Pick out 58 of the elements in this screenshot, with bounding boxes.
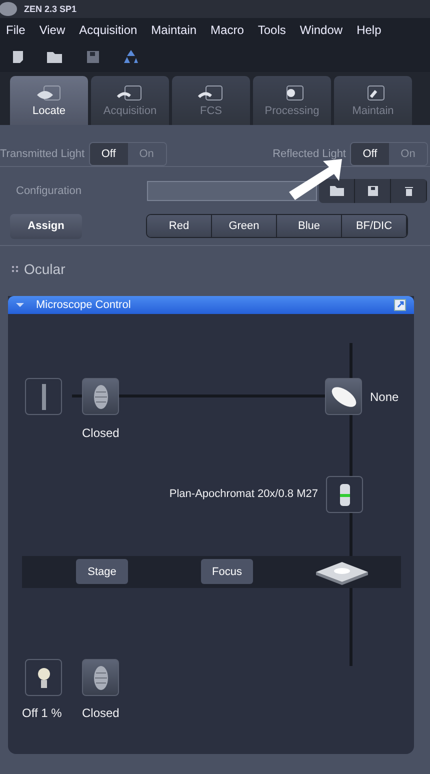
toggle-option[interactable]: Off — [351, 142, 389, 164]
menu-item[interactable]: Acquisition — [79, 23, 138, 37]
menu-item[interactable]: View — [39, 23, 66, 37]
window-title: ZEN 2.3 SP1 — [24, 4, 77, 14]
tab[interactable]: Locate — [10, 76, 88, 125]
shutter-status: Closed — [82, 426, 120, 440]
mirror-icon — [330, 386, 358, 408]
objective-label: Plan-Apochromat 20x/0.8 M27 — [169, 488, 318, 500]
filter-button[interactable] — [25, 378, 62, 415]
trash-icon — [404, 185, 414, 197]
menu-item[interactable]: Tools — [258, 23, 286, 37]
menu-item[interactable]: Help — [356, 23, 382, 37]
grip-icon — [12, 266, 18, 272]
bulb-icon — [36, 666, 50, 690]
reflector-button[interactable] — [325, 378, 362, 415]
shutter-button[interactable] — [82, 659, 119, 696]
stage-button[interactable]: Stage — [76, 559, 128, 584]
toggle-option[interactable]: Off — [90, 142, 128, 164]
lamp-status: Off 1 % — [22, 706, 62, 720]
panel-title: Microscope Control — [36, 299, 132, 311]
menu-item[interactable]: Maintain — [151, 23, 197, 37]
shutter-icon — [92, 664, 108, 690]
folder-icon — [328, 185, 344, 197]
section-title[interactable]: Ocular — [24, 261, 66, 277]
assign-button[interactable]: Assign — [10, 214, 82, 238]
channel-button[interactable]: Green — [212, 215, 277, 237]
save-icon — [366, 185, 378, 197]
lamp-button[interactable] — [25, 659, 62, 696]
channel-button[interactable]: Blue — [277, 215, 342, 237]
focus-button[interactable]: Focus — [201, 559, 253, 584]
reflector-status: None — [370, 390, 399, 404]
recycle-icon[interactable] — [122, 49, 140, 65]
channel-button[interactable]: BF/DIC — [342, 215, 407, 237]
menu-item[interactable]: Window — [300, 23, 343, 37]
channel-button[interactable]: Red — [147, 215, 212, 237]
switch-label: Transmitted Light — [0, 148, 85, 160]
save-button[interactable] — [355, 179, 391, 203]
shutter-button[interactable] — [82, 378, 119, 415]
new-document-icon[interactable] — [12, 50, 24, 64]
configuration-field[interactable] — [147, 181, 317, 201]
switch-label: Reflected Light — [272, 148, 346, 160]
menu-item[interactable]: File — [6, 23, 26, 37]
save-icon[interactable] — [86, 50, 100, 64]
pointer-arrow — [287, 158, 343, 202]
delete-button[interactable] — [391, 179, 427, 203]
folder-button[interactable] — [319, 179, 355, 203]
objective-icon — [338, 482, 350, 506]
panel-header[interactable]: Microscope Control — [8, 296, 414, 314]
shutter-icon — [92, 384, 108, 410]
shutter-status: Closed — [82, 706, 120, 720]
undock-icon[interactable] — [394, 299, 406, 311]
filter-icon — [40, 384, 46, 410]
logo-icon — [0, 2, 20, 16]
menu-item[interactable]: Macro — [210, 23, 244, 37]
folder-icon[interactable] — [46, 50, 64, 64]
objective-button[interactable] — [326, 476, 363, 513]
configuration-label: Configuration — [16, 185, 82, 197]
collapse-icon[interactable] — [16, 302, 24, 308]
